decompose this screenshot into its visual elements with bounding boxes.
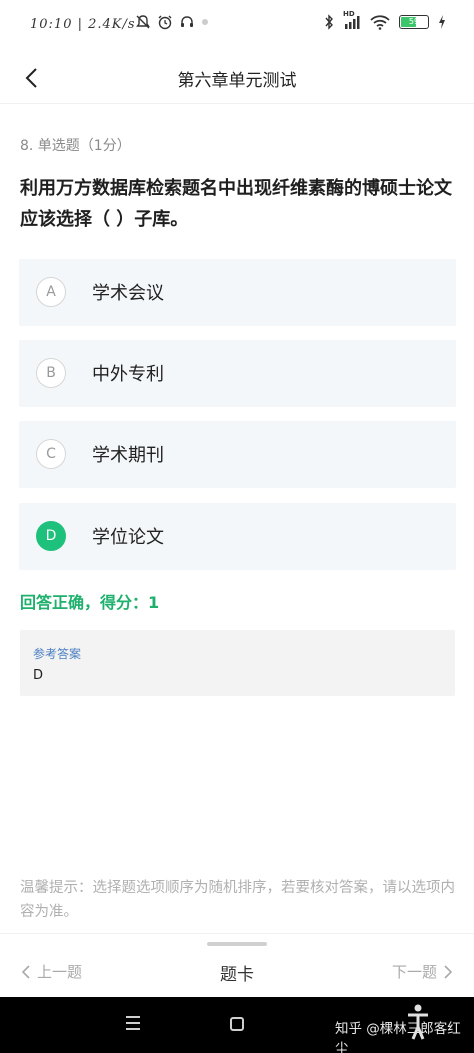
question-meta: 8. 单选题（1分）: [20, 138, 131, 154]
alarm-icon: [158, 15, 172, 30]
battery-icon: 59: [399, 15, 429, 29]
clock-text: 10:10: [30, 17, 73, 32]
chevron-right-icon: [444, 964, 453, 979]
divider: |: [77, 17, 89, 32]
system-navigation-bar: 知乎 @棵林三郎客红尘: [0, 997, 474, 1053]
option-label: 学位论文: [92, 527, 164, 548]
option-label: 学术会议: [92, 283, 164, 304]
drag-handle[interactable]: [207, 942, 267, 946]
option-letter-circle: C: [36, 439, 66, 469]
next-question-label: 下一题: [391, 963, 437, 981]
question-text: 利用万方数据库检索题名中出现纤维素酶的博硕士论文应该选择（ ）子库。: [20, 178, 452, 230]
silent-bell-icon: [136, 15, 150, 29]
top-nav-bar: 第六章单元测试: [0, 52, 474, 104]
dot-icon: [202, 19, 208, 25]
option-letter-circle: B: [36, 358, 66, 388]
option-a[interactable]: A 学术会议: [19, 259, 456, 326]
battery-level: 59: [408, 17, 420, 26]
answer-result: 回答正确，得分：1: [20, 593, 160, 612]
menu-icon[interactable]: [126, 1016, 140, 1030]
reference-answer-title: 参考答案: [33, 647, 82, 661]
reference-answer-box: 参考答案 D: [20, 630, 455, 696]
hint-text: 温馨提示：选择题选项顺序为随机排序，若要核对答案，请以选项内容为准。: [20, 880, 455, 920]
option-c[interactable]: C 学术期刊: [19, 421, 456, 488]
net-speed: 2.4K/s: [88, 17, 136, 32]
option-label: 学术期刊: [92, 445, 164, 466]
accessibility-icon: [408, 1004, 428, 1040]
bluetooth-icon: [325, 14, 333, 30]
option-label: 中外专利: [92, 364, 164, 385]
status-system-icons: HD 59: [324, 10, 446, 30]
option-d[interactable]: D 学位论文: [19, 503, 456, 570]
home-icon[interactable]: [230, 1017, 244, 1031]
bottom-toolbar: 上一题 题卡 下一题: [0, 933, 474, 997]
page-title: 第六章单元测试: [177, 71, 297, 91]
option-b[interactable]: B 中外专利: [19, 340, 456, 407]
wifi-icon: [370, 15, 390, 30]
status-bar: 10:10 | 2.4K/s HD 59: [0, 0, 474, 52]
next-question-button[interactable]: 下一题: [392, 961, 454, 982]
reference-answer-value: D: [33, 668, 44, 683]
headphones-icon: [181, 16, 193, 27]
signal-icon: HD: [343, 10, 361, 30]
option-letter-circle-correct: D: [36, 521, 66, 551]
charging-icon: [439, 15, 445, 29]
status-time: 10:10 | 2.4K/s: [30, 17, 136, 32]
option-letter-circle: A: [36, 277, 66, 307]
status-notification-icons: [135, 14, 209, 30]
